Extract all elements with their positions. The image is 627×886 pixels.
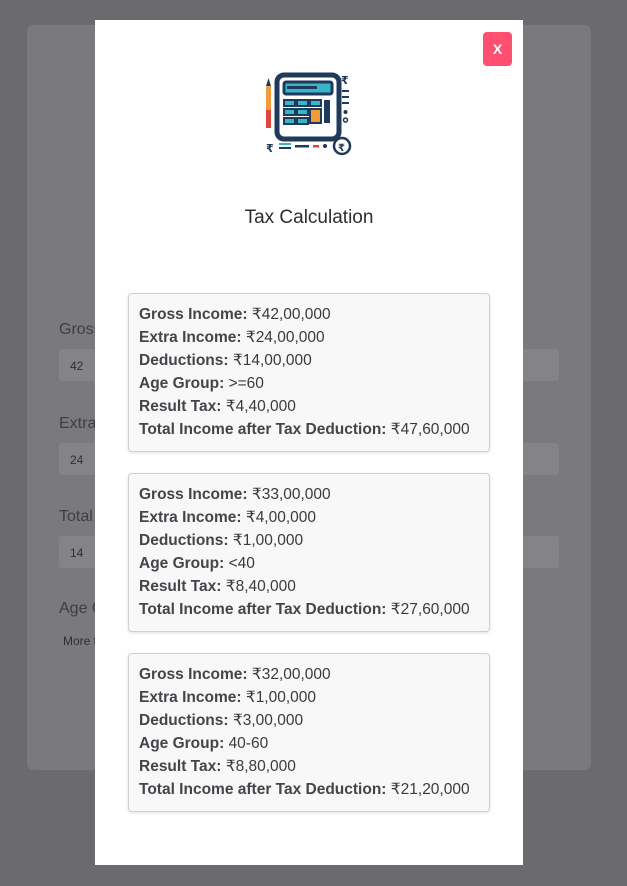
result-tax-key: Result Tax: bbox=[139, 758, 222, 775]
gross-income-key: Gross Income: bbox=[139, 306, 248, 323]
extra-income-label: Extra Income bbox=[59, 415, 95, 432]
deductions-line: Deductions: ₹14,00,000 bbox=[139, 349, 489, 372]
deductions-label: Total Deductions bbox=[59, 508, 95, 525]
extra-income-line: Extra Income: ₹24,00,000 bbox=[139, 326, 489, 349]
total-income-key: Total Income after Tax Deduction: bbox=[139, 781, 387, 798]
result-tax-line: Result Tax: ₹8,40,000 bbox=[139, 575, 489, 598]
deductions-value: ₹3,00,000 bbox=[232, 712, 304, 729]
gross-income-value: ₹32,00,000 bbox=[251, 666, 331, 683]
total-income-line: Total Income after Tax Deduction: ₹21,20… bbox=[139, 778, 489, 801]
extra-income-value: ₹24,00,000 bbox=[245, 329, 325, 346]
gross-income-line: Gross Income: ₹42,00,000 bbox=[139, 303, 489, 326]
close-button[interactable]: X bbox=[483, 32, 512, 66]
deductions-key: Deductions: bbox=[139, 712, 229, 729]
deductions-line: Deductions: ₹3,00,000 bbox=[139, 709, 489, 732]
result-tax-value: ₹8,40,000 bbox=[225, 578, 296, 595]
age-group-value: >=60 bbox=[228, 375, 264, 392]
extra-income-value: ₹1,00,000 bbox=[245, 689, 317, 706]
svg-text:₹: ₹ bbox=[341, 74, 349, 87]
extra-income-line: Extra Income: ₹1,00,000 bbox=[139, 686, 489, 709]
gross-income-value: ₹42,00,000 bbox=[251, 306, 331, 323]
gross-income-key: Gross Income: bbox=[139, 666, 248, 683]
total-income-key: Total Income after Tax Deduction: bbox=[139, 601, 387, 618]
gross-income-value: ₹33,00,000 bbox=[251, 486, 331, 503]
age-group-line: Age Group: >=60 bbox=[139, 372, 489, 395]
total-income-key: Total Income after Tax Deduction: bbox=[139, 421, 387, 438]
gross-income-key: Gross Income: bbox=[139, 486, 248, 503]
total-income-line: Total Income after Tax Deduction: ₹47,60… bbox=[139, 418, 489, 441]
result-tax-line: Result Tax: ₹4,40,000 bbox=[139, 395, 489, 418]
extra-income-value: ₹4,00,000 bbox=[245, 509, 317, 526]
age-group-line: Age Group: 40-60 bbox=[139, 732, 489, 755]
result-tax-key: Result Tax: bbox=[139, 398, 222, 415]
extra-income-key: Extra Income: bbox=[139, 509, 242, 526]
modal-title: Tax Calculation bbox=[244, 207, 374, 228]
age-group-value: 40-60 bbox=[228, 735, 269, 752]
result-tax-line: Result Tax: ₹8,80,000 bbox=[139, 755, 489, 778]
result-tax-value: ₹8,80,000 bbox=[225, 758, 296, 775]
total-income-line: Total Income after Tax Deduction: ₹27,60… bbox=[139, 598, 489, 621]
total-income-value: ₹21,20,000 bbox=[390, 781, 470, 798]
gross-income-line: Gross Income: ₹32,00,000 bbox=[139, 663, 489, 686]
total-income-value: ₹47,60,000 bbox=[390, 421, 470, 438]
gross-income-label: Gross Annual Income bbox=[59, 321, 95, 338]
deductions-key: Deductions: bbox=[139, 532, 229, 549]
extra-income-line: Extra Income: ₹4,00,000 bbox=[139, 506, 489, 529]
age-group-label: Age Group bbox=[59, 600, 95, 617]
gross-income-line: Gross Income: ₹33,00,000 bbox=[139, 483, 489, 506]
age-group-key: Age Group: bbox=[139, 555, 225, 572]
age-group-key: Age Group: bbox=[139, 375, 225, 392]
extra-income-key: Extra Income: bbox=[139, 329, 242, 346]
age-group-line: Age Group: <40 bbox=[139, 552, 489, 575]
result-card: Gross Income: ₹33,00,000 Extra Income: ₹… bbox=[128, 473, 490, 632]
extra-income-key: Extra Income: bbox=[139, 689, 242, 706]
age-group-value: <40 bbox=[228, 555, 255, 572]
deductions-line: Deductions: ₹1,00,000 bbox=[139, 529, 489, 552]
result-tax-key: Result Tax: bbox=[139, 578, 222, 595]
tax-result-modal: X ₹ ₹ ₹ Tax Calculation Gross Income: ₹4… bbox=[95, 20, 523, 865]
result-card: Gross Income: ₹32,00,000 Extra Income: ₹… bbox=[128, 653, 490, 812]
age-group-key: Age Group: bbox=[139, 735, 225, 752]
svg-text:₹: ₹ bbox=[266, 142, 274, 155]
calculator-rupee-icon: ₹ ₹ ₹ bbox=[266, 72, 352, 156]
total-income-value: ₹27,60,000 bbox=[390, 601, 470, 618]
result-tax-value: ₹4,40,000 bbox=[225, 398, 296, 415]
deductions-key: Deductions: bbox=[139, 352, 229, 369]
result-card: Gross Income: ₹42,00,000 Extra Income: ₹… bbox=[128, 293, 490, 452]
deductions-value: ₹14,00,000 bbox=[232, 352, 312, 369]
age-group-select[interactable]: More than 60 bbox=[63, 634, 95, 648]
svg-text:₹: ₹ bbox=[338, 143, 345, 154]
deductions-value: ₹1,00,000 bbox=[232, 532, 304, 549]
